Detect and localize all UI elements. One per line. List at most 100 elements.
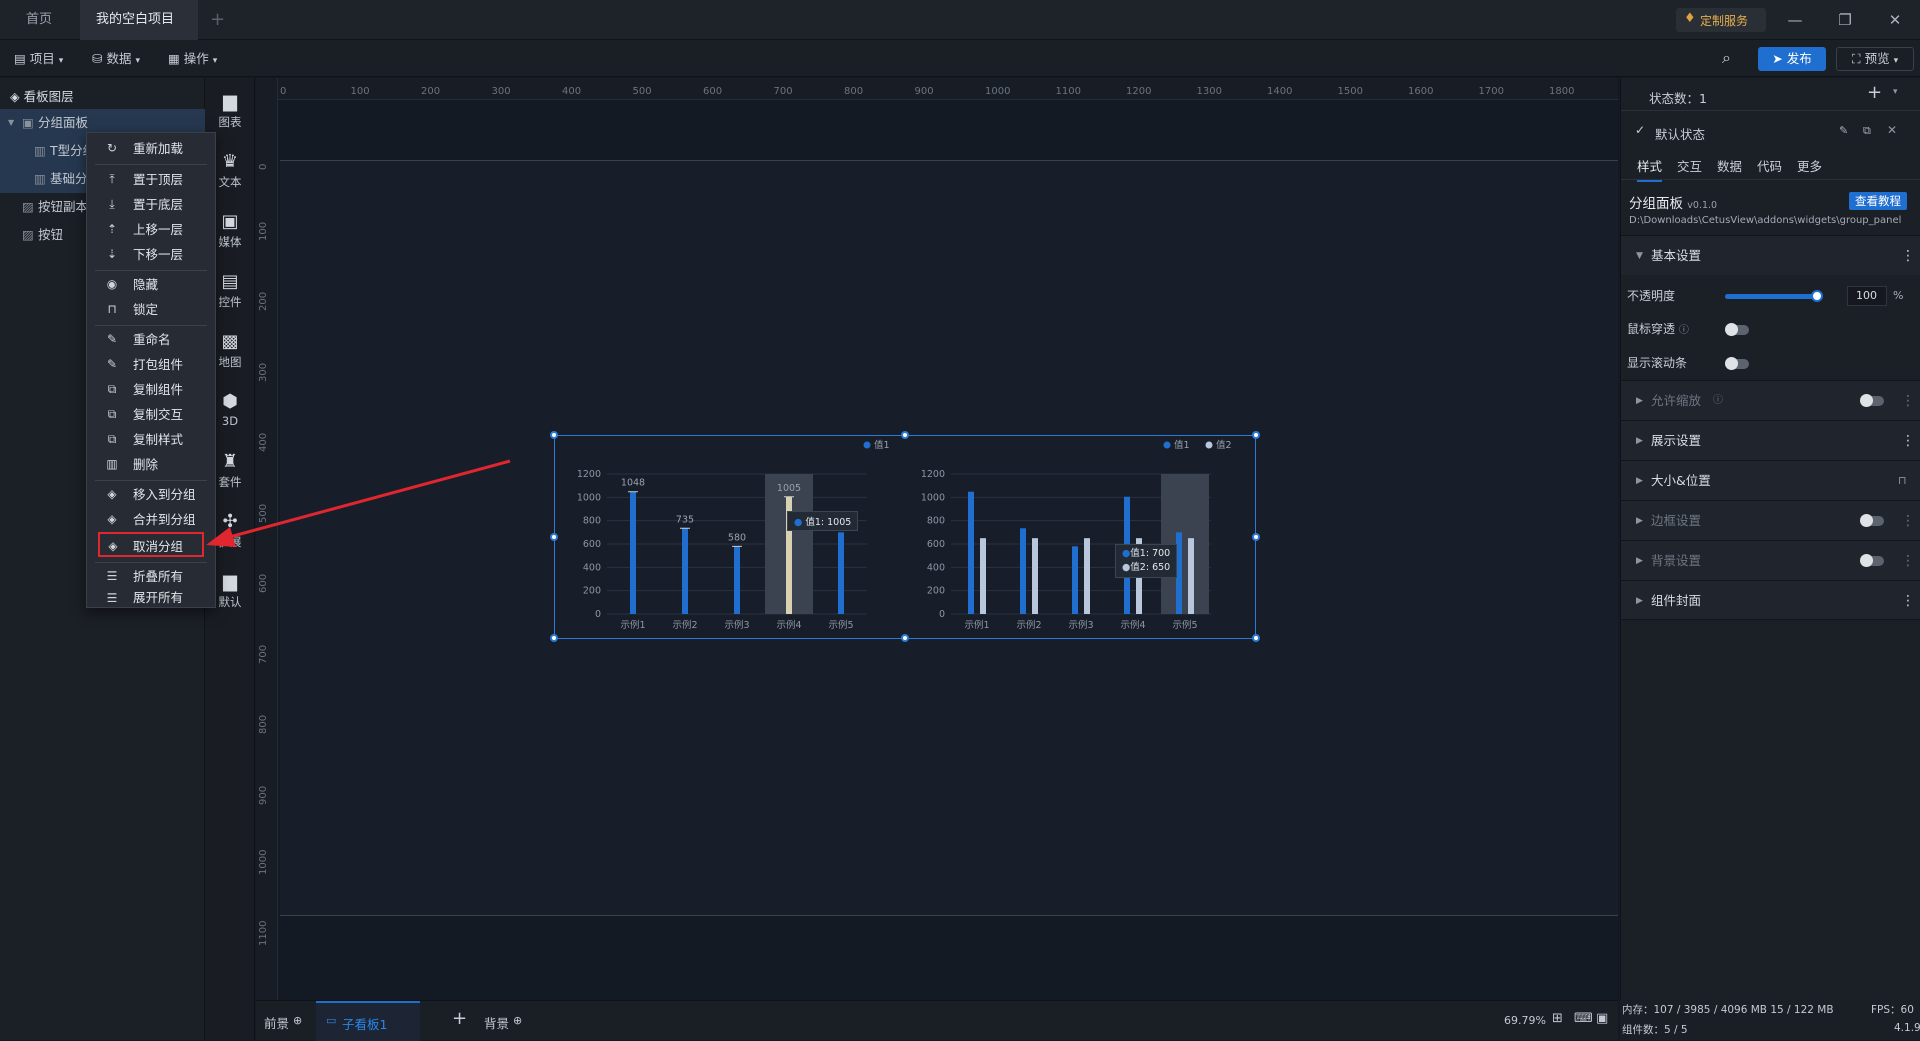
menu-item-send-to-back[interactable]: ⤓ 置于底层 — [87, 192, 215, 217]
default-state[interactable]: 默认状态 — [1655, 124, 1705, 143]
tab-more[interactable]: 更多 — [1797, 156, 1822, 175]
zoom-level[interactable]: 69.79% — [1504, 1014, 1546, 1027]
tab-style[interactable]: 样式 — [1637, 156, 1663, 182]
add-tab-button[interactable]: + — [210, 0, 225, 40]
resize-handle-s[interactable] — [901, 634, 909, 642]
edit-icon[interactable]: ✎ — [1839, 124, 1848, 137]
menu-item-delete[interactable]: ▥ 删除 — [87, 452, 215, 477]
menu-item-move-into-group[interactable]: ◈ 移入到分组 — [87, 482, 215, 507]
background-toggle[interactable] — [1860, 554, 1884, 567]
more-vertical-icon[interactable]: ⋮ — [1901, 541, 1915, 581]
ruler-tick-label: 500 — [632, 86, 652, 97]
resize-handle-nw[interactable] — [550, 431, 558, 439]
section-component-cover[interactable]: ▶ 组件封面 ⋮ — [1621, 580, 1920, 620]
menu-data[interactable]: ⛁ 数据 ▾ — [92, 48, 140, 70]
fps-status: FPS：60 — [1871, 1004, 1914, 1016]
opacity-slider-knob[interactable] — [1811, 290, 1823, 302]
add-state-icon[interactable]: + — [1867, 82, 1882, 103]
more-vertical-icon[interactable]: ⋮ — [1901, 236, 1915, 276]
menu-item-bring-to-front[interactable]: ⤒ 置于顶层 — [87, 167, 215, 192]
menu-item-copy-style[interactable]: ⧉ 复制样式 — [87, 427, 215, 452]
resize-handle-w[interactable] — [550, 533, 558, 541]
tab-foreground[interactable]: 前景 ⊕ — [264, 1013, 302, 1032]
menu-item-merge-group[interactable]: ◈ 合并到分组 — [87, 507, 215, 532]
tab-data[interactable]: 数据 — [1717, 156, 1742, 175]
resize-handle-se[interactable] — [1252, 634, 1260, 642]
fit-screen-icon[interactable]: ⊞ — [1552, 1011, 1563, 1026]
ruler-tick-label: 400 — [258, 432, 269, 452]
section-size-position[interactable]: ▶ 大小&位置 ⊓ — [1621, 460, 1920, 500]
copy-icon[interactable]: ⧉ — [1863, 124, 1871, 138]
menu-item-hide[interactable]: ◉ 隐藏 — [87, 272, 215, 297]
resize-handle-e[interactable] — [1252, 533, 1260, 541]
tab-sub-board[interactable]: ▭ 子看板1 — [316, 1001, 420, 1041]
publish-button[interactable]: ➤ 发布 — [1758, 47, 1826, 71]
menu-data-label: 数据 — [106, 51, 132, 66]
keyboard-icon[interactable]: ⌨ — [1574, 1011, 1593, 1026]
menu-item-lock[interactable]: ⊓ 锁定 — [87, 297, 215, 322]
menu-item-collapse-all[interactable]: ☰ 折叠所有 — [87, 564, 215, 589]
menu-project[interactable]: ▤ 项目 ▾ — [14, 48, 63, 70]
section-background-settings[interactable]: ▶ 背景设置 ⋮ — [1621, 540, 1920, 580]
resize-handle-n[interactable] — [901, 431, 909, 439]
help-icon[interactable]: ⓘ — [1679, 325, 1689, 336]
more-vertical-icon[interactable]: ⋮ — [1901, 501, 1915, 541]
tab-label: 背景 — [484, 1016, 510, 1031]
menu-item-move-up[interactable]: ⇡ 上移一层 — [87, 217, 215, 242]
tab-project[interactable]: 我的空白项目 — [80, 0, 198, 62]
menu-item-rename[interactable]: ✎ 重命名 — [87, 327, 215, 352]
menu-item-copy-component[interactable]: ⧉ 复制组件 — [87, 377, 215, 402]
allow-zoom-toggle[interactable] — [1860, 394, 1884, 407]
custom-service-button[interactable]: ♦ 定制服务 — [1676, 8, 1766, 32]
menu-item-reload[interactable]: ↻ 重新加载 — [87, 136, 215, 161]
resize-handle-ne[interactable] — [1252, 431, 1260, 439]
preview-button[interactable]: ⛶ 预览 ▾ — [1836, 47, 1914, 71]
bar-chart-1: 0 200 400 600 800 1000 1200 1048 示例1 735 示例2 580 示例3… — [577, 439, 890, 631]
search-icon[interactable]: ⌕ — [1722, 48, 1731, 68]
menu-item-move-down[interactable]: ⇣ 下移一层 — [87, 242, 215, 267]
pencil-icon: ✎ — [106, 332, 118, 346]
bar — [630, 491, 636, 614]
menu-item-expand-all[interactable]: ☰ 展开所有 — [87, 589, 215, 607]
section-basic-settings[interactable]: ▼ 基本设置 ⋮ — [1621, 235, 1920, 275]
section-border-settings[interactable]: ▶ 边框设置 ⋮ — [1621, 500, 1920, 540]
menu-item-ungroup[interactable]: ◈ 取消分组 — [98, 532, 204, 557]
opacity-slider[interactable] — [1725, 290, 1823, 302]
menu-divider — [95, 480, 207, 481]
menu-item-pack-component[interactable]: ✎ 打包组件 — [87, 352, 215, 377]
close-button[interactable]: ✕ — [1870, 0, 1920, 40]
more-vertical-icon[interactable]: ⋮ — [1901, 421, 1915, 461]
minimize-button[interactable]: — — [1770, 0, 1820, 40]
tab-interaction[interactable]: 交互 — [1677, 156, 1702, 175]
expand-icon: ☰ — [106, 591, 118, 605]
add-board-icon[interactable]: + — [452, 1008, 467, 1029]
resize-handle-sw[interactable] — [550, 634, 558, 642]
add-circle-icon[interactable]: ⊕ — [513, 1014, 522, 1027]
restore-button[interactable]: ❐ — [1820, 0, 1870, 40]
menu-ops[interactable]: ▦ 操作 ▾ — [168, 48, 217, 70]
opacity-input[interactable]: 100 — [1847, 286, 1887, 306]
section-title: 展示设置 — [1651, 433, 1702, 448]
tab-code[interactable]: 代码 — [1757, 156, 1782, 175]
more-vertical-icon[interactable]: ⋮ — [1901, 581, 1915, 621]
border-toggle[interactable] — [1860, 514, 1884, 527]
tab-home[interactable]: 首页 — [10, 0, 68, 40]
lock-icon[interactable]: ⊓ — [1898, 461, 1907, 501]
help-icon[interactable]: ⓘ — [1713, 381, 1723, 421]
group-panel-widget[interactable]: 0 200 400 600 800 1000 1200 1048 示例1 735 示例2 580 示例3… — [554, 435, 1256, 639]
ruler-tick-label: 900 — [914, 86, 934, 97]
tutorial-button[interactable]: 查看教程 — [1849, 192, 1907, 210]
bar — [1020, 528, 1026, 614]
show-scrollbar-toggle[interactable] — [1725, 357, 1749, 370]
tab-background[interactable]: 背景 ⊕ — [484, 1013, 522, 1032]
section-allow-zoom[interactable]: ▶ 允许缩放 ⓘ ⋮ — [1621, 380, 1920, 420]
mouse-through-toggle[interactable] — [1725, 323, 1749, 336]
terminal-icon[interactable]: ▣ — [1596, 1011, 1608, 1026]
section-display-settings[interactable]: ▶ 展示设置 ⋮ — [1621, 420, 1920, 460]
menu-item-copy-interaction[interactable]: ⧉ 复制交互 — [87, 402, 215, 427]
add-circle-icon[interactable]: ⊕ — [293, 1014, 302, 1027]
section-title: 组件封面 — [1651, 593, 1702, 608]
close-icon[interactable]: ✕ — [1887, 123, 1897, 137]
more-vertical-icon[interactable]: ⋮ — [1901, 381, 1915, 421]
chevron-down-icon[interactable]: ▾ — [1893, 87, 1898, 97]
